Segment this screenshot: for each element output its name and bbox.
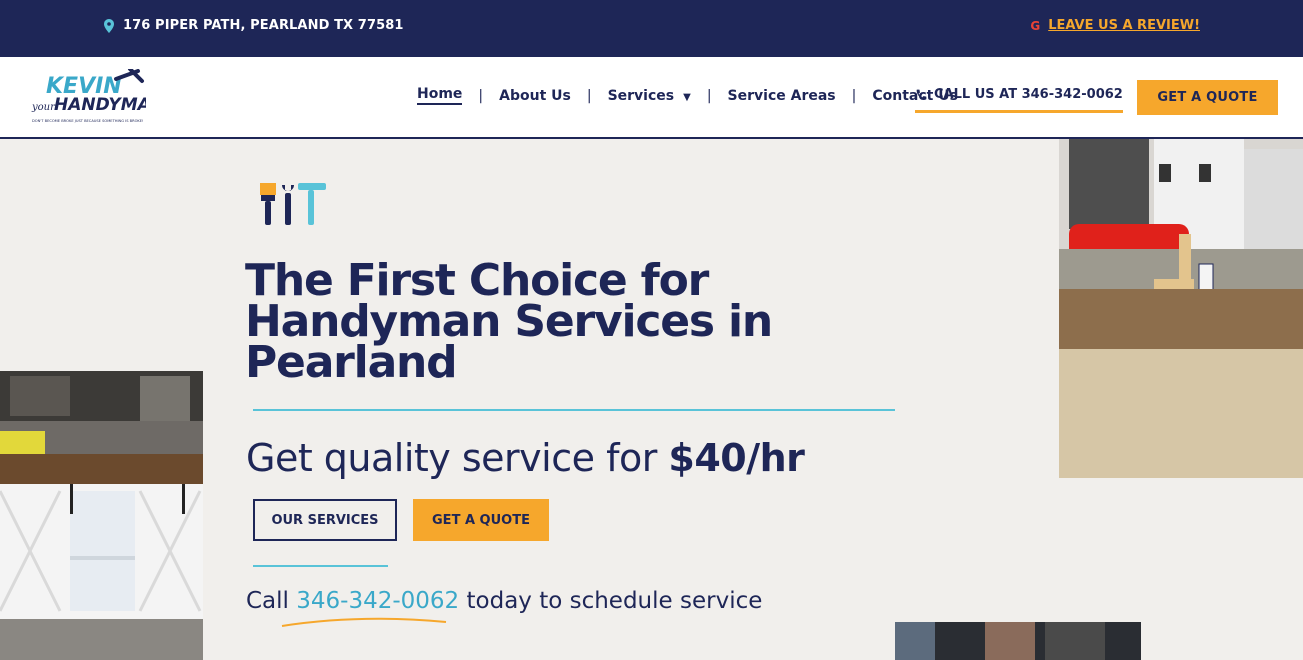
google-icon: G	[1030, 18, 1041, 33]
logo-tagline: DON'T BECOME BROKE JUST BECAUSE SOMETHIN…	[32, 119, 144, 123]
address: 176 PIPER PATH, PEARLAND TX 77581	[104, 18, 404, 33]
call-us-text[interactable]: CALL US AT 346-342-0062	[934, 87, 1123, 102]
review-link[interactable]: G LEAVE US A REVIEW!	[1030, 18, 1200, 33]
phone-link[interactable]: 346-342-0062	[296, 588, 459, 614]
hero-headline: The First Choice for Handyman Services i…	[245, 255, 773, 388]
photo-furniture	[0, 371, 203, 660]
call-suffix: today to schedule service	[459, 588, 763, 614]
underline-swoosh	[281, 617, 447, 627]
our-services-button[interactable]: OUR SERVICES	[253, 499, 397, 541]
nav-services-label[interactable]: Services	[608, 88, 675, 104]
nav-separator: |	[586, 87, 592, 104]
hero-quote-button[interactable]: GET A QUOTE	[413, 499, 549, 541]
main-nav: Home | About Us | Services ▼ | Service Ar…	[417, 86, 958, 105]
nav-home[interactable]: Home	[417, 86, 463, 105]
call-us-link[interactable]: CALL US AT 346-342-0062	[915, 87, 1123, 113]
nav-separator: |	[851, 87, 857, 104]
address-text: 176 PIPER PATH, PEARLAND TX 77581	[123, 18, 404, 33]
map-pin-icon	[104, 18, 114, 33]
divider-short	[253, 565, 388, 567]
header-quote-button[interactable]: GET A QUOTE	[1137, 80, 1278, 115]
nav-about-us[interactable]: About Us	[499, 88, 571, 104]
site-logo[interactable]: KEVIN your HANDYMAN DON'T BECOME BROKE J…	[30, 69, 146, 125]
caret-down-icon[interactable]: ▼	[683, 92, 691, 103]
nav-separator: |	[478, 87, 484, 104]
phone-icon	[916, 89, 927, 100]
tools-icon	[260, 183, 326, 225]
main-header: KEVIN your HANDYMAN DON'T BECOME BROKE J…	[0, 57, 1303, 139]
logo-text-your: your	[31, 102, 56, 113]
divider	[253, 409, 895, 411]
review-link-text[interactable]: LEAVE US A REVIEW!	[1048, 18, 1200, 33]
hourly-rate: $40/hr	[668, 436, 805, 480]
nav-service-areas[interactable]: Service Areas	[728, 88, 836, 104]
call-to-action-line: Call 346-342-0062 today to schedule serv…	[246, 588, 762, 614]
call-prefix: Call	[246, 588, 297, 614]
subhead-prefix: Get quality service for	[246, 436, 669, 480]
hero-subhead: Get quality service for $40/hr	[246, 436, 805, 480]
photo-interior	[895, 622, 1141, 660]
photo-mailbox-post	[1059, 139, 1303, 478]
nav-services[interactable]: Services ▼	[608, 88, 691, 104]
logo-text-main: HANDYMAN	[54, 95, 146, 115]
nav-separator: |	[706, 87, 712, 104]
top-info-bar: 176 PIPER PATH, PEARLAND TX 77581 G LEAV…	[0, 0, 1303, 57]
